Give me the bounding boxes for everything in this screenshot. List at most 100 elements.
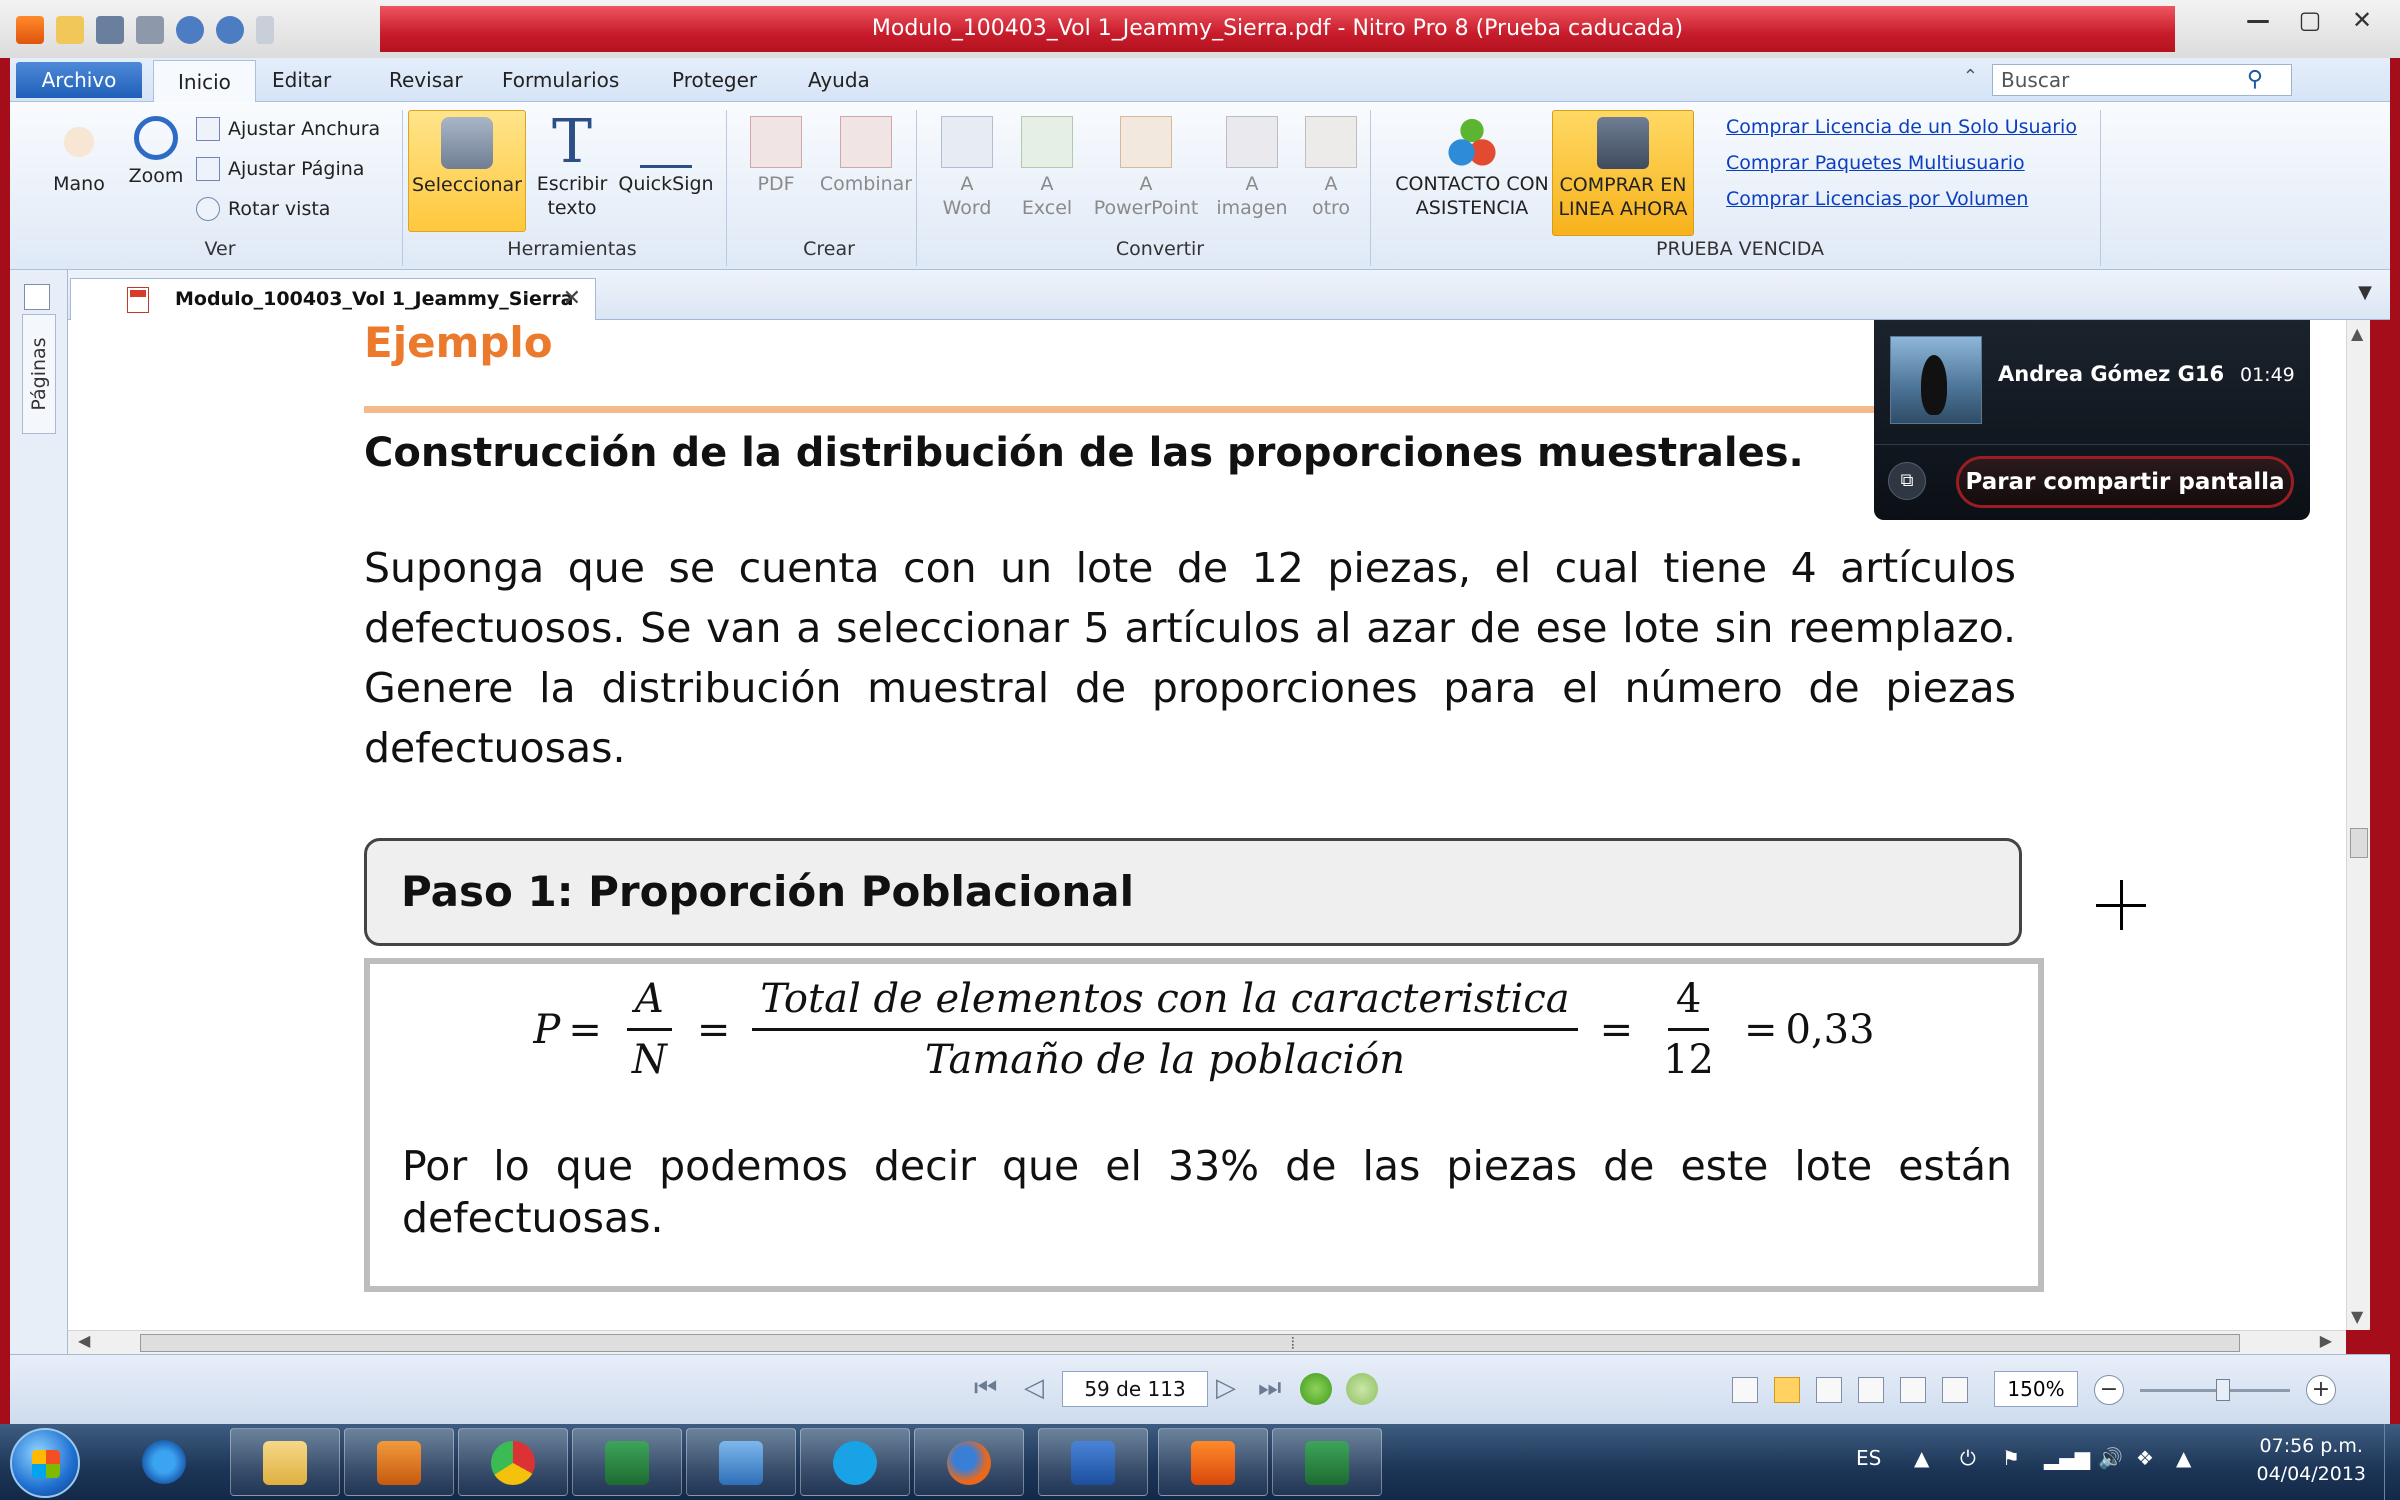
document-tab[interactable]: Modulo_100403_Vol 1_Jeammy_Sierra ✕ [70,278,596,320]
seleccionar-button[interactable]: Seleccionar [408,110,526,232]
back-view-icon[interactable] [1300,1373,1332,1405]
single-page-view-icon[interactable] [1732,1377,1758,1403]
taskbar-windows-explorer[interactable] [686,1428,796,1496]
search-icon[interactable]: ⚲ [2247,65,2263,95]
a-otro-button[interactable]: A otro [1296,116,1366,220]
taskbar-excel-2[interactable] [1272,1428,1382,1496]
volume-icon[interactable]: 🔊 [2098,1446,2123,1470]
taskbar-explorer[interactable] [230,1428,340,1496]
last-page-icon[interactable]: ⏭ [1258,1373,1281,1404]
redo-icon[interactable] [216,16,244,44]
ajustar-anchura-button[interactable]: Ajustar Anchura [196,114,380,144]
horizontal-scrollbar[interactable]: ◀ ⦙ ▶ [68,1330,2346,1354]
action-center-flag-icon[interactable]: ⚑ [2002,1446,2020,1470]
nitro-logo-icon[interactable] [16,16,44,44]
zoom-out-icon[interactable]: − [2094,1375,2124,1405]
system-clock[interactable]: 07:56 p.m. 04/04/2013 [2256,1432,2366,1488]
close-tab-icon[interactable]: ✕ [563,279,581,319]
paginas-panel-tab[interactable]: Páginas [22,314,56,434]
next-page-icon[interactable]: ▷ [1216,1373,1236,1403]
show-hidden-icons-icon[interactable]: ▲ [1914,1446,1929,1470]
tab-proteger[interactable]: Proteger [672,58,757,102]
horizontal-scroll-thumb[interactable]: ⦙ [140,1334,2240,1353]
window-switch-icon [719,1441,763,1485]
vertical-scroll-thumb[interactable] [2350,828,2368,858]
maximize-button[interactable]: ▢ [2288,4,2332,36]
save-icon[interactable] [96,16,124,44]
tab-archivo[interactable]: Archivo [16,62,142,98]
print-icon[interactable] [136,16,164,44]
taskbar: ES ▲ ⏻ ⚑ ▂▄▆ 🔊 ❖ ▲ 07:56 p.m. 04/04/2013 [0,1424,2400,1500]
a-excel-button[interactable]: A Excel [1010,116,1084,220]
tab-ayuda[interactable]: Ayuda [808,58,870,102]
taskbar-skype[interactable] [800,1428,910,1496]
zoom-level-field[interactable]: 150% [1994,1371,2078,1407]
open-folder-icon[interactable] [56,16,84,44]
link-licencia-solo-usuario[interactable]: Comprar Licencia de un Solo Usuario [1726,116,2077,138]
link-paquetes-multiusuario[interactable]: Comprar Paquetes Multiusuario [1726,152,2025,174]
close-window-button[interactable]: ✕ [2340,4,2384,36]
taskbar-word[interactable] [1038,1428,1148,1496]
stop-sharing-button[interactable]: Parar compartir pantalla [1956,456,2294,508]
link-licencias-volumen[interactable]: Comprar Licencias por Volumen [1726,188,2028,210]
tab-inicio[interactable]: Inicio [153,60,256,105]
minimize-button[interactable]: — [2236,4,2280,36]
forward-view-icon[interactable] [1346,1373,1378,1405]
zoom-slider[interactable] [2140,1379,2290,1401]
a-powerpoint-button[interactable]: A PowerPoint [1084,116,1208,220]
combinar-button[interactable]: Combinar [814,116,918,196]
contacto-asistencia-button[interactable]: CONTACTO CON ASISTENCIA [1382,116,1562,220]
taskbar-excel[interactable] [572,1428,682,1496]
tab-list-dropdown-icon[interactable]: ▼ [2358,282,2372,303]
clock-date: 04/04/2013 [2256,1463,2366,1485]
scroll-down-icon[interactable]: ▼ [2351,1307,2363,1326]
continuous-facing-view-icon[interactable] [1858,1377,1884,1403]
vertical-scrollbar[interactable]: ▲ ▼ [2346,320,2370,1330]
network-signal-icon[interactable]: ▂▄▆ [2044,1446,2090,1470]
comprar-en-linea-button[interactable]: COMPRAR EN LINEA AHORA [1552,110,1694,236]
panel-toggle-icon[interactable] [24,284,50,310]
tab-revisar[interactable]: Revisar [389,58,463,102]
scroll-up-icon[interactable]: ▲ [2351,324,2363,343]
taskbar-firefox[interactable] [914,1428,1024,1496]
a-imagen-button[interactable]: A imagen [1208,116,1296,220]
rotar-vista-button[interactable]: Rotar vista [196,194,330,224]
tab-editar[interactable]: Editar [272,58,331,102]
drive-sync-icon[interactable]: ▲ [2176,1446,2191,1470]
scroll-left-icon[interactable]: ◀ [78,1331,90,1350]
zoom-slider-knob[interactable] [2216,1379,2230,1401]
taskbar-ie[interactable] [110,1428,220,1496]
tab-formularios[interactable]: Formularios [502,58,619,102]
pdf-button[interactable]: PDF [734,116,818,196]
fraction-4: 4 [1667,976,1710,1031]
language-indicator[interactable]: ES [1856,1446,1881,1470]
dropbox-icon[interactable]: ❖ [2136,1446,2154,1470]
zoom-in-icon[interactable]: + [2306,1375,2336,1405]
taskbar-nitro[interactable] [1158,1428,1268,1496]
start-button[interactable] [10,1428,80,1498]
mano-button[interactable]: Mano [32,116,126,196]
taskbar-chrome[interactable] [458,1428,568,1496]
continuous-view-icon[interactable] [1774,1377,1800,1403]
full-screen-view-icon[interactable] [1900,1377,1926,1403]
escribir-texto-button[interactable]: T Escribir texto [530,112,614,220]
scroll-right-icon[interactable]: ▶ [2320,1331,2332,1350]
prev-page-icon[interactable]: ◁ [1024,1373,1044,1403]
first-page-icon[interactable]: ⏮ [974,1373,997,1404]
quicksign-button[interactable]: QuickSign [614,116,718,196]
page-number-field[interactable]: 59 de 113 [1062,1371,1208,1407]
fit-view-icon[interactable] [1942,1377,1968,1403]
collapse-ribbon-icon[interactable]: ⌃ [1963,66,1978,87]
a-word-label-a: A [960,173,974,195]
a-word-button[interactable]: A Word [930,116,1004,220]
customize-qat-icon[interactable] [256,16,274,44]
search-input[interactable]: Buscar ⚲ [1992,64,2292,96]
facing-view-icon[interactable] [1816,1377,1842,1403]
undo-icon[interactable] [176,16,204,44]
ajustar-pagina-button[interactable]: Ajustar Página [196,154,364,184]
zoom-button[interactable]: Zoom [114,116,198,188]
power-icon[interactable]: ⏻ [1960,1446,1976,1470]
show-desktop-button[interactable] [2384,1424,2400,1500]
taskbar-media[interactable] [344,1428,454,1496]
minimize-share-icon[interactable]: ⧉ [1888,462,1926,500]
